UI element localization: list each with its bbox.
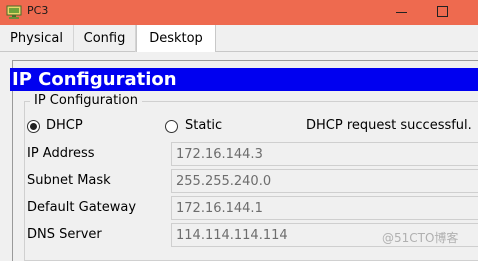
default-gateway-label: Default Gateway — [27, 200, 137, 215]
static-radio[interactable] — [165, 120, 178, 133]
minimize-icon[interactable] — [384, 0, 422, 25]
default-gateway-field[interactable] — [171, 196, 478, 220]
window-title: PC3 — [27, 4, 49, 17]
watermark: @51CTO博客 — [382, 231, 459, 245]
dhcp-radio-label[interactable]: DHCP — [46, 117, 83, 135]
page-title: IP Configuration — [10, 68, 478, 91]
tab-desktop[interactable]: Desktop — [136, 25, 216, 53]
tab-physical[interactable]: Physical — [0, 25, 74, 52]
dhcp-status-text: DHCP request successful. — [306, 118, 472, 133]
tab-config[interactable]: Config — [74, 25, 136, 52]
ip-address-field[interactable] — [171, 142, 478, 166]
subnet-mask-label: Subnet Mask — [27, 173, 111, 188]
subnet-mask-field[interactable] — [171, 169, 478, 193]
window-title-bar: PC3 — [0, 0, 478, 25]
dhcp-radio[interactable] — [27, 120, 40, 133]
static-radio-label[interactable]: Static — [185, 117, 222, 135]
pc-app-icon — [6, 5, 22, 19]
ip-address-label: IP Address — [27, 146, 95, 161]
tab-strip: Physical Config Desktop — [0, 25, 478, 53]
maximize-icon[interactable] — [425, 0, 463, 25]
dns-server-label: DNS Server — [27, 227, 102, 242]
groupbox-label: IP Configuration — [30, 93, 142, 108]
